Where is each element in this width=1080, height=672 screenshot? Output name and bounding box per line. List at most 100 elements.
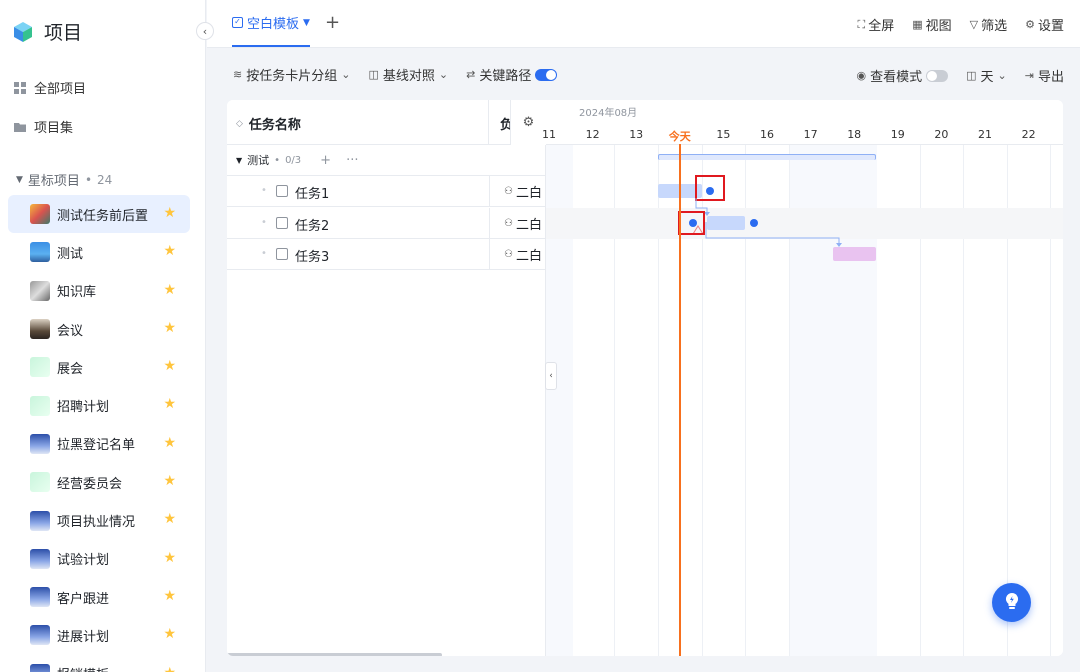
calendar-icon: ◫ — [966, 69, 977, 82]
star-icon[interactable]: ★ — [163, 435, 176, 451]
brand: 项目 — [12, 18, 82, 45]
export-icon: ⇥ — [1024, 69, 1034, 82]
view-mode-toggle[interactable] — [926, 69, 949, 82]
eye-icon: ◉ — [856, 69, 867, 82]
row-handle-dot[interactable]: • — [261, 185, 267, 196]
starred-section-toggle[interactable]: ▼ 星标项目 • 24 — [16, 170, 112, 190]
nav-project-sets[interactable]: 项目集 — [14, 117, 73, 136]
task-checkbox[interactable] — [276, 216, 288, 229]
view-button[interactable]: ▦ 视图 — [912, 15, 951, 34]
task-checkbox[interactable] — [276, 185, 288, 197]
task-checkbox[interactable] — [276, 248, 288, 260]
sidebar-project-item[interactable]: 测试 ★ — [8, 233, 190, 271]
star-icon[interactable]: ★ — [163, 511, 176, 527]
baseline-dropdown[interactable]: ◫ 基线对照 ⌄ — [368, 65, 448, 84]
export-button[interactable]: ⇥ 导出 — [1025, 66, 1064, 85]
nav-label: 全部项目 — [34, 82, 87, 97]
view-icon: ▦ — [912, 18, 923, 31]
assistant-fab-button[interactable] — [992, 583, 1031, 622]
sidebar-project-item[interactable]: 测试任务前后置 ★ — [8, 195, 190, 234]
add-tab-button[interactable]: + — [325, 12, 340, 33]
view-mode-control[interactable]: ◉ 查看模式 — [857, 66, 949, 85]
project-name: 试验计划 — [57, 553, 110, 569]
critical-path-control[interactable]: ⇄ 关键路径 — [466, 65, 558, 84]
task-owner-cell[interactable]: ⚇ 二白 — [489, 176, 546, 207]
star-icon[interactable]: ★ — [163, 358, 176, 374]
sidebar-project-item[interactable]: 招聘计划 ★ — [8, 386, 190, 424]
task3-bar[interactable] — [833, 247, 876, 261]
task-owner-cell[interactable]: ⚇ 二白 — [489, 239, 546, 270]
column-divider[interactable] — [488, 100, 489, 145]
group-add-button[interactable]: + — [320, 153, 331, 168]
star-icon[interactable]: ★ — [163, 205, 176, 221]
star-icon[interactable]: ★ — [163, 626, 176, 642]
folder-icon — [14, 121, 26, 133]
tab-label: 空白模板 — [247, 17, 300, 32]
section-count-dot: • — [84, 172, 93, 187]
nav-all-projects[interactable]: 全部项目 — [14, 78, 86, 97]
horizontal-scrollbar[interactable] — [227, 653, 442, 656]
star-icon[interactable]: ★ — [163, 588, 176, 604]
star-icon[interactable]: ★ — [163, 320, 176, 336]
sidebar-project-item[interactable]: 展会 ★ — [8, 348, 190, 386]
project-thumbnail — [30, 204, 50, 225]
group-count-dot: • — [274, 154, 281, 166]
sidebar-project-item[interactable]: 项目执业情况 ★ — [8, 501, 190, 539]
tab-blank-template[interactable]: ✓ 空白模板 ▼ — [232, 0, 310, 47]
time-scale-dropdown[interactable]: ◫ 天 ⌄ — [966, 66, 1007, 85]
sidebar-project-item[interactable]: 进展计划 ★ — [8, 616, 190, 654]
sidebar: 项目 全部项目 项目集 ▼ 星标项目 • 24 测试任务前后置 ★ 测试 ★ 知识库 ★ 会… — [0, 0, 206, 672]
chevron-left-icon: ‹ — [549, 371, 553, 381]
project-name: 测试任务前后置 — [57, 208, 149, 224]
owner-name: 二白 — [515, 217, 542, 233]
lightbulb-icon — [1004, 592, 1020, 614]
project-thumbnail — [30, 663, 50, 672]
task2-end-handle[interactable] — [750, 219, 758, 227]
nav-label: 项目集 — [34, 121, 74, 136]
star-icon[interactable]: ★ — [163, 396, 176, 412]
row-handle-dot[interactable]: • — [261, 217, 267, 228]
star-icon[interactable]: ★ — [163, 243, 176, 259]
sidebar-project-item[interactable]: 报销模板 ★ — [8, 655, 190, 672]
star-icon[interactable]: ★ — [163, 282, 176, 298]
chevron-down-icon: ⌄ — [438, 68, 449, 81]
sidebar-project-item[interactable]: 客户跟进 ★ — [8, 578, 190, 616]
group-name: 测试 — [247, 154, 270, 167]
sort-icon: ◇ — [236, 118, 243, 129]
sidebar-project-item[interactable]: 知识库 ★ — [8, 272, 190, 310]
sidebar-project-item[interactable]: 会议 ★ — [8, 310, 190, 348]
task2-bar[interactable] — [707, 216, 745, 230]
task-name: 任务1 — [295, 187, 330, 202]
row-handle-dot[interactable]: • — [261, 248, 267, 259]
task-owner-cell[interactable]: ⚇ 二白 — [489, 207, 546, 239]
project-thumbnail — [30, 433, 50, 454]
group-by-label: 按任务卡片分组 — [246, 69, 338, 84]
project-name: 展会 — [57, 361, 84, 377]
settings-button[interactable]: ⚙ 设置 — [1025, 15, 1064, 34]
star-icon[interactable]: ★ — [163, 473, 176, 489]
task-name: 任务2 — [295, 218, 330, 234]
task-table: ◇ 任务名称 负 ⚙ ▼ 测试 • 0/3 + ··· • 任务1 ⚇ 二白 • 任务2 ⚇… — [227, 100, 546, 656]
fullscreen-button[interactable]: ⛶ 全屏 — [857, 15, 894, 35]
sidebar-project-item[interactable]: 拉黑登记名单 ★ — [8, 425, 190, 463]
sidebar-collapse-button[interactable]: ‹ — [196, 22, 214, 40]
table-row[interactable]: • 任务1 ⚇ 二白 — [227, 176, 546, 207]
group-more-button[interactable]: ··· — [346, 153, 358, 168]
critical-path-toggle[interactable] — [535, 68, 558, 81]
checkbox-icon: ✓ — [232, 17, 243, 28]
sidebar-project-item[interactable]: 经营委员会 ★ — [8, 463, 190, 501]
table-row[interactable]: • 任务2 ⚇ 二白 — [227, 207, 546, 239]
star-icon[interactable]: ★ — [163, 550, 176, 566]
group-count: 0/3 — [285, 154, 302, 166]
star-icon[interactable]: ★ — [163, 665, 176, 672]
table-row[interactable]: • 任务3 ⚇ 二白 — [227, 239, 546, 270]
filter-button[interactable]: ▽ 筛选 — [970, 15, 1007, 34]
sidebar-project-item[interactable]: 试验计划 ★ — [8, 540, 190, 578]
group-by-dropdown[interactable]: ≋ 按任务卡片分组 ⌄ — [233, 65, 350, 84]
project-name: 项目执业情况 — [57, 515, 136, 531]
col-task-name[interactable]: ◇ 任务名称 — [236, 114, 301, 133]
project-thumbnail — [30, 280, 50, 301]
panel-collapse-button[interactable]: ‹ — [545, 362, 557, 390]
group-row[interactable]: ▼ 测试 • 0/3 + ··· — [227, 145, 546, 176]
project-thumbnail — [30, 242, 50, 263]
